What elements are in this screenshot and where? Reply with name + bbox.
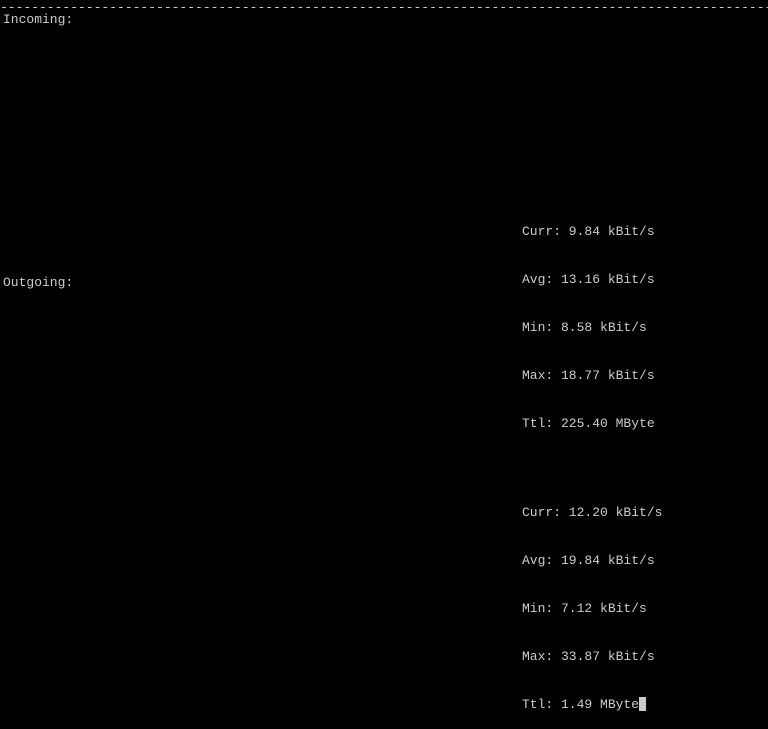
outgoing-avg: Avg: 19.84 kBit/s	[522, 553, 662, 569]
outgoing-curr: Curr: 12.20 kBit/s	[522, 505, 662, 521]
incoming-max: Max: 18.77 kBit/s	[522, 368, 655, 384]
incoming-label: Incoming:	[3, 12, 73, 28]
separator-line: ----------------------------------------…	[0, 0, 768, 16]
outgoing-min: Min: 7.12 kBit/s	[522, 601, 662, 617]
outgoing-label: Outgoing:	[3, 275, 73, 291]
incoming-curr: Curr: 9.84 kBit/s	[522, 224, 655, 240]
terminal-cursor	[639, 697, 646, 711]
incoming-ttl: Ttl: 225.40 MByte	[522, 416, 655, 432]
incoming-min: Min: 8.58 kBit/s	[522, 320, 655, 336]
outgoing-ttl-line: Ttl: 1.49 MByte	[522, 697, 662, 713]
incoming-stats: Curr: 9.84 kBit/s Avg: 13.16 kBit/s Min:…	[522, 192, 655, 448]
outgoing-ttl: Ttl: 1.49 MByte	[522, 697, 639, 712]
outgoing-stats: Curr: 12.20 kBit/s Avg: 19.84 kBit/s Min…	[522, 473, 662, 729]
incoming-avg: Avg: 13.16 kBit/s	[522, 272, 655, 288]
outgoing-max: Max: 33.87 kBit/s	[522, 649, 662, 665]
